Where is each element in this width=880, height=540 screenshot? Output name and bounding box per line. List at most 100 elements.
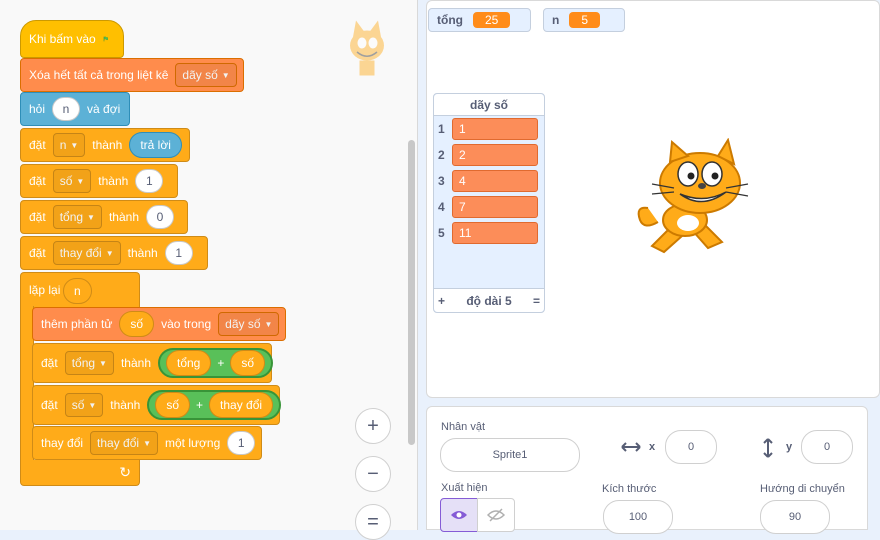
set-n-block[interactable]: đặt n ▼ thành trả lời [20,128,190,162]
block-label: đặt [29,246,46,260]
variable-name: tổng [71,356,96,370]
list-footer: + độ dài 5 = [434,288,544,312]
sprite-name-input[interactable]: Sprite1 [440,438,580,472]
chevron-down-icon: ▼ [221,70,230,80]
operand-a[interactable]: số [155,392,191,418]
add-item-button[interactable]: + [438,294,445,308]
operand-b[interactable]: số [230,350,266,376]
show-label: Xuất hiện [441,482,488,494]
set-so-sum-block[interactable]: đặt số ▼ thành số + thay đổi [32,385,282,425]
resize-handle[interactable]: = [533,294,540,308]
monitor-value: 5 [569,12,601,28]
value-input[interactable]: 1 [164,241,193,265]
y-arrows-icon [763,438,773,458]
zoom-in-button[interactable]: + [355,408,391,444]
direction-input[interactable]: 90 [760,500,830,534]
block-label: và đợi [87,102,121,116]
variable-dropdown[interactable]: số ▼ [52,169,92,193]
item-reporter[interactable]: số [119,311,155,337]
add-to-list-block[interactable]: thêm phần tử số vào trong dãy số ▼ [32,307,286,341]
ask-and-wait-block[interactable]: hỏi n và đợi [20,92,130,126]
variable-dropdown[interactable]: số ▼ [64,393,104,417]
size-input[interactable]: 100 [603,500,673,534]
question-input[interactable]: n [52,97,81,121]
list-value[interactable]: 7 [452,196,538,218]
scratch-cat-sprite[interactable] [630,138,750,260]
variable-monitor-tong[interactable]: tổng 25 [428,8,531,32]
chevron-down-icon: ▼ [76,176,85,186]
block-label: hỏi [29,102,46,116]
eye-icon [451,511,467,519]
repeat-block[interactable]: lặp lại n [20,272,140,308]
value-input[interactable]: 1 [227,431,256,455]
list-item[interactable]: 5 11 [438,222,538,244]
script-area[interactable]: Khi bấm vào Xóa hết tất cả trong liệt kê… [0,0,418,540]
list-dropdown[interactable]: dãy số ▼ [175,63,237,87]
list-index: 3 [438,174,445,188]
chevron-down-icon: ▼ [99,358,107,368]
operand-a[interactable]: tổng [166,350,212,376]
plus-sign: + [196,398,204,412]
list-item[interactable]: 11 [438,118,538,140]
block-label: đặt [41,398,58,412]
block-label: thành [120,356,151,370]
variable-monitor-n[interactable]: n 5 [543,8,625,32]
list-index: 5 [438,226,445,240]
list-value[interactable]: 2 [452,144,538,166]
list-dropdown[interactable]: dãy số ▼ [218,312,280,336]
zoom-reset-button[interactable]: = [355,504,391,540]
variable-name: thay đổi [97,436,140,450]
variable-name: thay đổi [59,246,102,260]
set-so-block[interactable]: đặt số ▼ thành 1 [20,164,178,198]
block-label: đặt [29,174,46,188]
hide-sprite-button[interactable] [477,498,515,532]
script-scrollbar[interactable] [408,140,415,445]
chevron-down-icon: ▼ [143,438,151,448]
value-input[interactable]: 0 [146,205,174,229]
block-label: Xóa hết tất cả trong liệt kê [29,68,169,82]
operand-b[interactable]: thay đổi [209,392,274,418]
list-index: 2 [438,148,445,162]
answer-reporter[interactable]: trả lời [129,132,182,158]
show-sprite-button[interactable] [440,498,478,532]
list-length: độ dài 5 [466,293,512,308]
add-operator[interactable]: số + thay đổi [147,390,282,420]
variable-dropdown[interactable]: thay đổi ▼ [90,431,158,455]
list-item[interactable]: 34 [438,170,538,192]
list-value[interactable]: 11 [452,222,538,244]
list-value[interactable]: 1 [452,118,538,140]
y-label: y [786,441,793,453]
when-flag-clicked-block[interactable]: Khi bấm vào [20,20,124,58]
variable-name: số [59,174,73,188]
variable-dropdown[interactable]: thay đổi ▼ [52,241,121,265]
add-operator[interactable]: tổng + số [158,348,274,378]
x-input[interactable]: 0 [665,430,717,464]
repeat-count-reporter[interactable]: n [63,278,92,304]
zoom-out-button[interactable]: − [355,456,391,492]
variable-dropdown[interactable]: tổng ▼ [64,351,114,375]
list-title: dãy số [434,94,544,116]
delete-all-of-list-block[interactable]: Xóa hết tất cả trong liệt kê dãy số ▼ [20,58,244,92]
size-label: Kích thước [602,483,657,495]
chevron-down-icon: ▼ [105,248,114,258]
hat-label: Khi bấm vào [29,32,96,46]
variable-dropdown[interactable]: n ▼ [52,133,86,157]
set-tong-sum-block[interactable]: đặt tổng ▼ thành tổng + số [32,343,274,383]
set-thay-doi-block[interactable]: đặt thay đổi ▼ thành 1 [20,236,208,270]
y-input[interactable]: 0 [801,430,853,464]
variable-dropdown[interactable]: tổng ▼ [52,205,102,229]
repeat-bottom: ↻ [20,460,140,486]
list-item[interactable]: 47 [438,196,538,218]
zoom-out-icon: − [367,462,379,485]
change-variable-block[interactable]: thay đổi thay đổi ▼ một lượng 1 [32,426,262,460]
zoom-reset-icon: = [367,510,379,533]
list-value[interactable]: 4 [452,170,538,192]
block-label: thành [110,398,141,412]
list-item[interactable]: 22 [438,144,538,166]
block-label: một lượng [164,436,221,450]
list-monitor[interactable]: dãy số 11 22 34 47 5 11 + độ dài 5 = [433,93,545,313]
variable-name: tổng [59,210,84,224]
set-tong-block[interactable]: đặt tổng ▼ thành 0 [20,200,188,234]
value-input[interactable]: 1 [135,169,164,193]
sprite-thumbnail-icon [350,20,384,76]
